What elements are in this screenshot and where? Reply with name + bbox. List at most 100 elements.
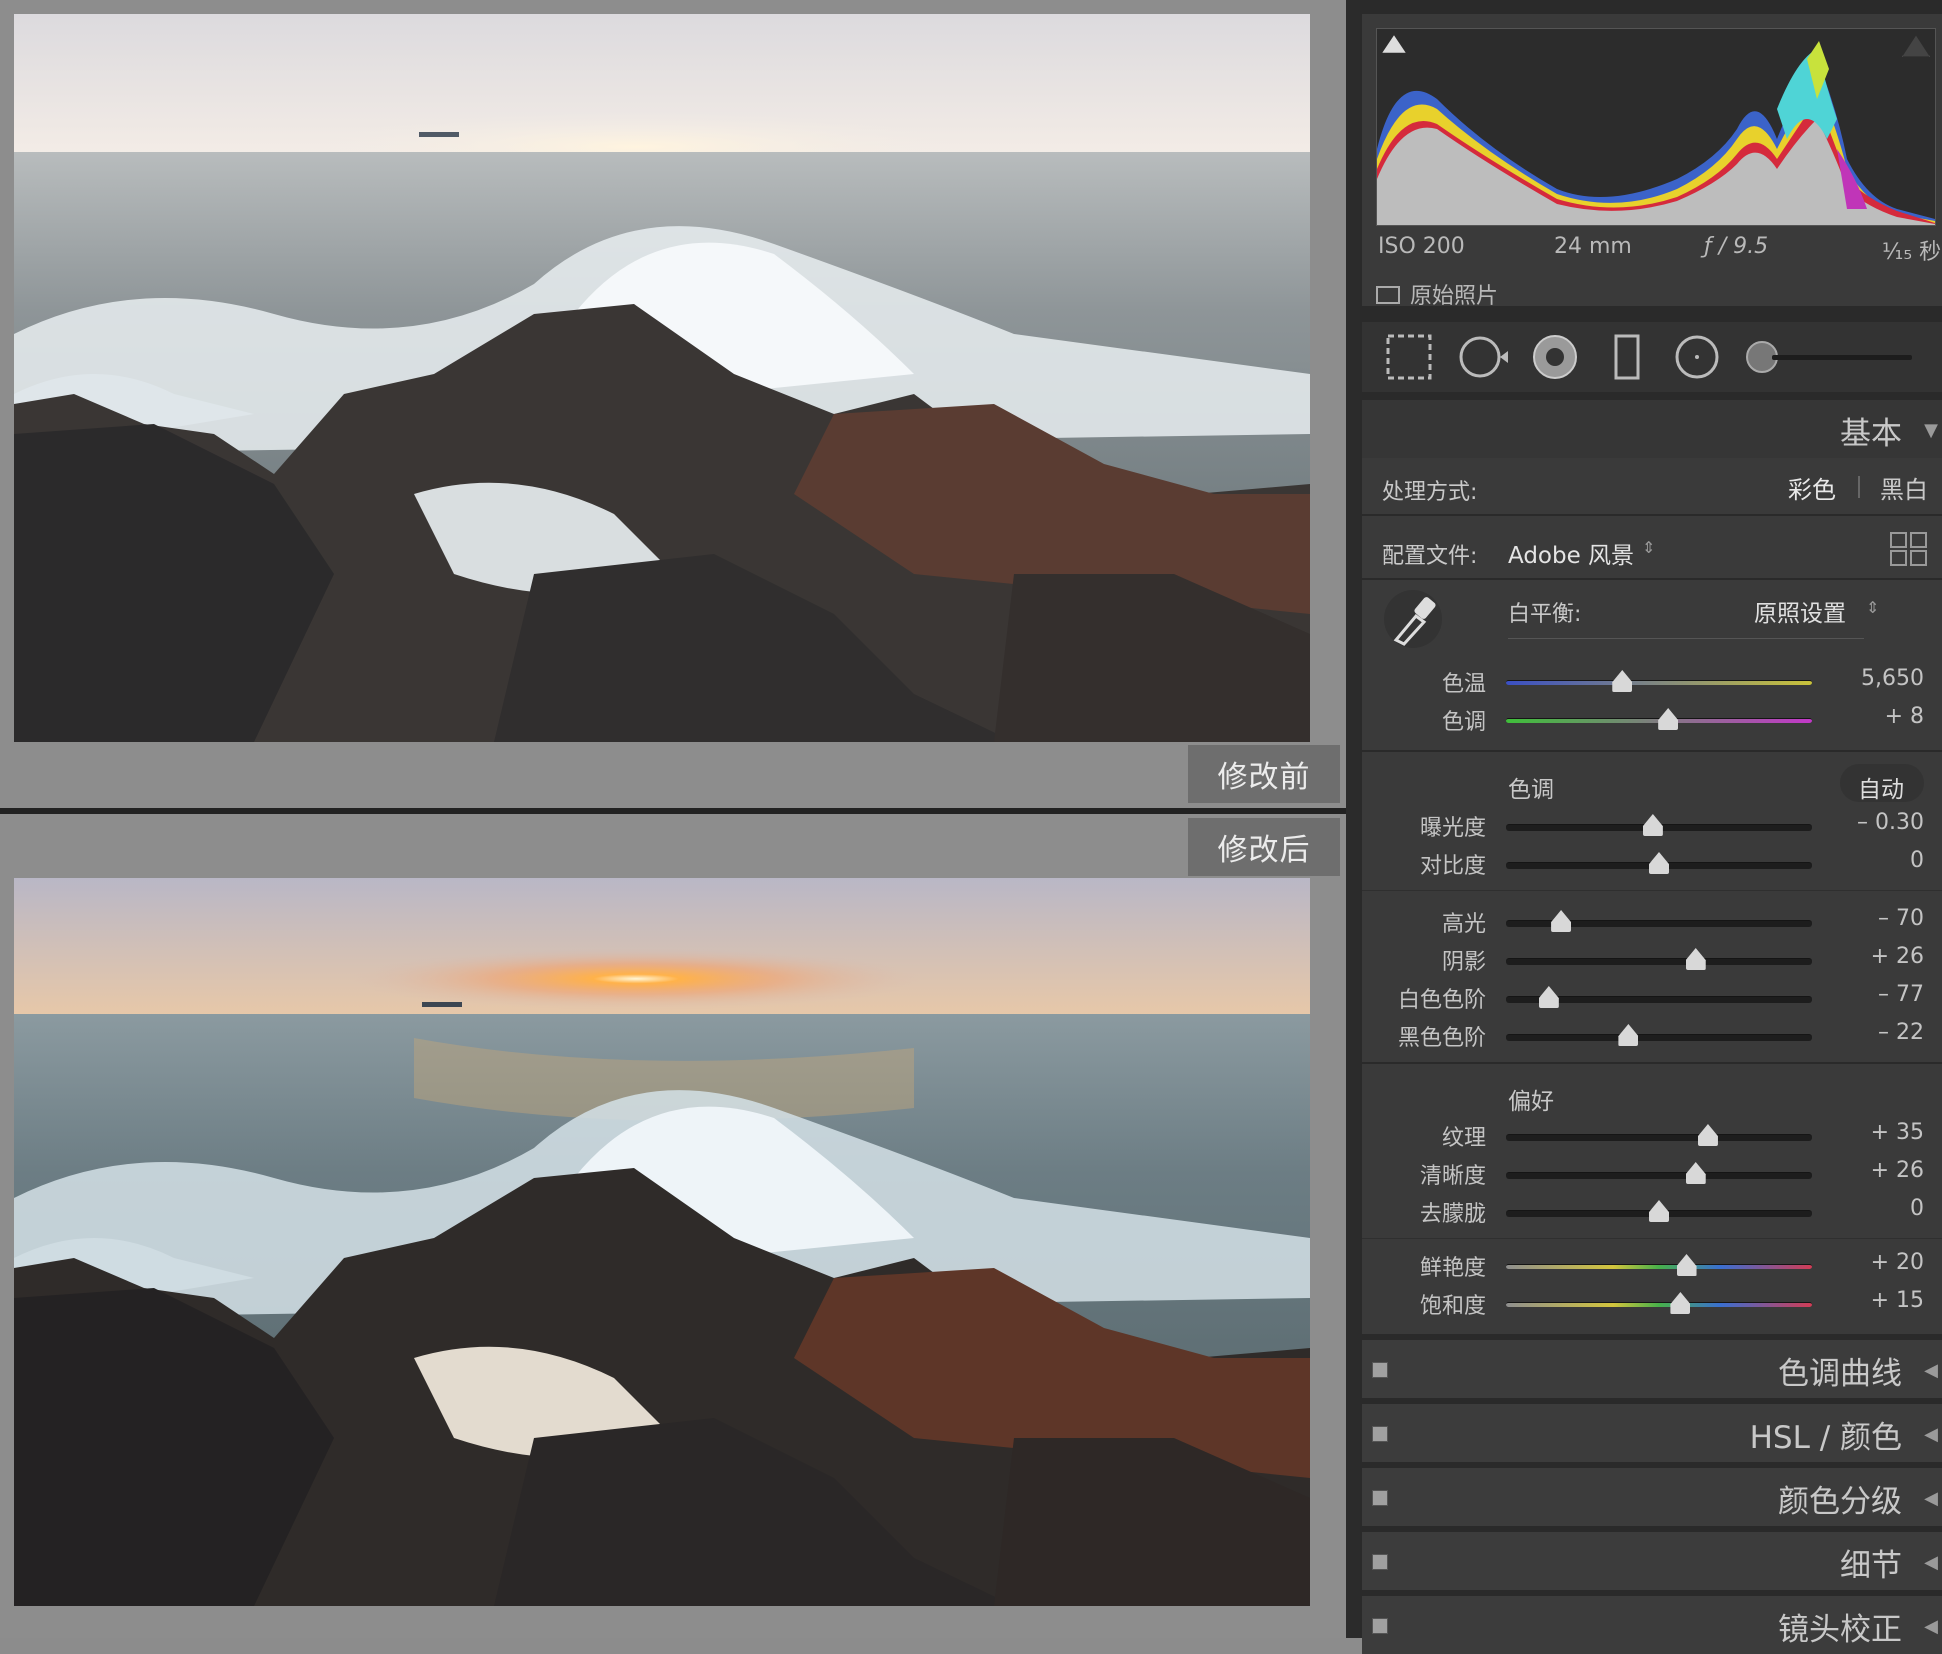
slider-track[interactable]	[1506, 1034, 1812, 1041]
slider-track[interactable]	[1506, 1134, 1812, 1141]
slider-track[interactable]	[1506, 1302, 1812, 1307]
panel-toggle-switch[interactable]	[1372, 1554, 1388, 1570]
panel-header[interactable]: 镜头校正 ◀	[1362, 1596, 1942, 1654]
panel-title: 镜头校正	[1778, 1612, 1902, 1648]
panel-toggle-switch[interactable]	[1372, 1490, 1388, 1506]
profile-label: 配置文件:	[1382, 544, 1478, 569]
slider-label: 高光	[1441, 912, 1486, 937]
compare-view: 修改前 修改后	[0, 0, 1346, 1638]
slider-label: 黑色色阶	[1397, 1026, 1486, 1051]
panel-header[interactable]: 细节 ◀	[1362, 1532, 1942, 1590]
radial-filter-icon[interactable]	[1670, 330, 1724, 384]
expand-left-icon: ◀	[1924, 1360, 1938, 1381]
panel-title: 颜色分级	[1778, 1484, 1902, 1520]
basic-panel-header[interactable]: 基本 ▼	[1362, 400, 1942, 458]
before-image	[14, 14, 1310, 742]
divider	[1362, 514, 1942, 516]
auto-button[interactable]: 自动	[1840, 764, 1924, 803]
slider-label: 曝光度	[1419, 816, 1486, 841]
treatment-label: 处理方式:	[1382, 480, 1478, 505]
divider	[1362, 578, 1942, 580]
slider-value[interactable]: 5,650	[1834, 666, 1924, 691]
slider-track[interactable]	[1506, 680, 1812, 685]
slider-value[interactable]: + 15	[1834, 1288, 1924, 1313]
before-label: 修改前	[1188, 745, 1340, 803]
divider	[1362, 890, 1942, 891]
after-label: 修改后	[1188, 818, 1340, 876]
focal-readout: 24 mm	[1554, 234, 1632, 259]
expand-left-icon: ◀	[1924, 1488, 1938, 1509]
iso-readout: ISO 200	[1378, 234, 1465, 259]
profile-browser-icon[interactable]	[1890, 532, 1928, 566]
wb-dropdown-icon[interactable]: ⇕	[1866, 598, 1879, 617]
slider-label: 色调	[1441, 710, 1486, 735]
graduated-filter-icon[interactable]	[1600, 330, 1654, 384]
slider-value[interactable]: 0	[1834, 848, 1924, 873]
basic-panel-title: 基本	[1840, 416, 1902, 452]
profile-dropdown[interactable]: Adobe 风景	[1508, 536, 1634, 570]
slider-value[interactable]: 0	[1834, 1196, 1924, 1221]
panel-header[interactable]: HSL / 颜色 ◀	[1362, 1404, 1942, 1462]
auto-button-label: 自动	[1858, 777, 1904, 803]
slider-value[interactable]: + 35	[1834, 1120, 1924, 1145]
panel-title: 色调曲线	[1778, 1356, 1902, 1392]
profile-dropdown-icon[interactable]: ⇕	[1642, 538, 1655, 557]
divider	[1362, 1062, 1942, 1064]
slider-label: 去朦胧	[1419, 1202, 1486, 1227]
after-photo[interactable]	[14, 878, 1310, 1606]
histogram[interactable]	[1376, 28, 1936, 226]
compare-divider	[0, 808, 1346, 814]
wb-label: 白平衡:	[1508, 602, 1582, 627]
slider-label: 对比度	[1419, 854, 1486, 879]
tone-title: 色调	[1508, 777, 1554, 803]
collapse-down-icon: ▼	[1924, 420, 1938, 441]
panel-toggle-switch[interactable]	[1372, 1618, 1388, 1634]
brush-size-slider[interactable]	[1740, 330, 1920, 384]
eyedropper-icon[interactable]	[1382, 588, 1444, 650]
before-photo[interactable]	[14, 14, 1310, 742]
divider	[1362, 750, 1942, 752]
slider-value[interactable]: + 26	[1834, 1158, 1924, 1183]
aperture-readout: ƒ / 9.5	[1704, 234, 1769, 259]
panel-title: HSL / 颜色	[1749, 1420, 1902, 1456]
original-photo-label: 原始照片	[1410, 284, 1499, 309]
original-photo-checkbox[interactable]	[1376, 286, 1400, 304]
panel-header[interactable]: 颜色分级 ◀	[1362, 1468, 1942, 1526]
expand-left-icon: ◀	[1924, 1552, 1938, 1573]
panel-toggle-switch[interactable]	[1372, 1362, 1388, 1378]
slider-value[interactable]: + 20	[1834, 1250, 1924, 1275]
presence-title: 偏好	[1508, 1089, 1554, 1115]
slider-label: 鲜艳度	[1419, 1256, 1486, 1281]
panel-toggle-switch[interactable]	[1372, 1426, 1388, 1442]
slider-value[interactable]: – 70	[1834, 906, 1924, 931]
slider-value[interactable]: + 26	[1834, 944, 1924, 969]
treatment-color-button[interactable]: 彩色	[1788, 470, 1836, 505]
slider-label: 纹理	[1441, 1126, 1486, 1151]
slider-value[interactable]: – 77	[1834, 982, 1924, 1007]
divider	[1508, 638, 1864, 639]
spot-removal-icon[interactable]	[1456, 330, 1510, 384]
slider-track[interactable]	[1506, 1172, 1812, 1179]
redeye-icon[interactable]	[1528, 330, 1582, 384]
slider-label: 清晰度	[1419, 1164, 1486, 1189]
slider-label: 饱和度	[1419, 1294, 1486, 1319]
expand-left-icon: ◀	[1924, 1424, 1938, 1445]
after-image	[14, 878, 1310, 1606]
panel-header[interactable]: 色调曲线 ◀	[1362, 1340, 1942, 1398]
slider-value[interactable]: – 0.30	[1834, 810, 1924, 835]
slider-label: 白色色阶	[1397, 988, 1486, 1013]
slider-label: 色温	[1441, 672, 1486, 697]
expand-left-icon: ◀	[1924, 1616, 1938, 1637]
slider-track[interactable]	[1506, 1264, 1812, 1269]
tool-strip	[1362, 322, 1942, 392]
slider-value[interactable]: – 22	[1834, 1020, 1924, 1045]
slider-label: 阴影	[1441, 950, 1486, 975]
histogram-panel: ISO 200 24 mm ƒ / 9.5 ⅟₁₅ 秒 原始照片	[1362, 14, 1942, 309]
treatment-divider	[1858, 476, 1860, 498]
histogram-graph	[1377, 41, 1935, 225]
wb-dropdown[interactable]: 原照设置	[1754, 594, 1846, 628]
slider-track[interactable]	[1506, 958, 1812, 965]
slider-value[interactable]: + 8	[1834, 704, 1924, 729]
crop-tool-icon[interactable]	[1382, 330, 1436, 384]
treatment-bw-button[interactable]: 黑白	[1880, 470, 1928, 505]
